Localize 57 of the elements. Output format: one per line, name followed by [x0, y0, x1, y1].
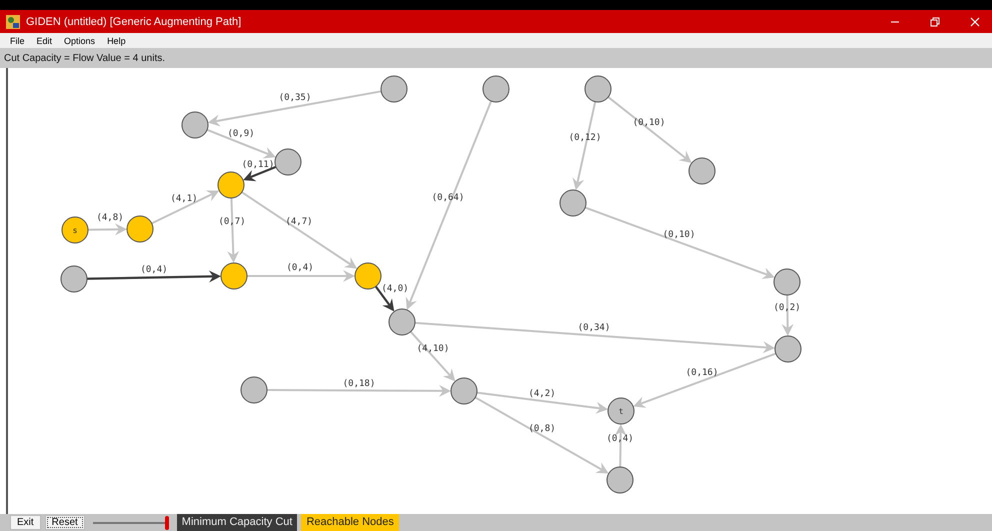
graph-node[interactable] — [774, 268, 800, 296]
graph-node[interactable] — [60, 266, 88, 292]
graph-node[interactable] — [450, 378, 478, 404]
menu-item[interactable]: File — [10, 36, 25, 46]
graph-node[interactable] — [274, 148, 302, 176]
edge-label: (0,8) — [528, 424, 556, 434]
app-logo-icon — [6, 14, 20, 28]
edge-label: (0,2) — [773, 303, 801, 313]
window-title: GIDEN (untitled) [Generic Augmenting Path] — [26, 16, 242, 28]
restore-icon[interactable] — [930, 16, 940, 26]
legend-label: Reachable Nodes — [301, 514, 399, 531]
info-text: Cut Capacity = Flow Value = 4 units. — [4, 52, 166, 64]
edge-label: (0,12) — [568, 133, 602, 143]
graph-node[interactable] — [182, 112, 208, 138]
graph-node[interactable] — [560, 190, 586, 216]
slider[interactable] — [92, 516, 169, 530]
graph-node[interactable] — [380, 76, 408, 102]
legend-label: Minimum Capacity Cut — [176, 514, 298, 531]
edge-label: (4,10) — [416, 344, 450, 354]
graph-node[interactable] — [126, 216, 154, 242]
edge-label: (0,64) — [432, 193, 464, 203]
edge-label: (0,34) — [578, 323, 610, 333]
edge-label: (0,11) — [242, 160, 274, 170]
graph-node[interactable] — [688, 158, 716, 184]
graph-node[interactable]: t — [608, 398, 634, 424]
graph-node[interactable] — [218, 172, 244, 198]
close-icon[interactable] — [970, 16, 980, 26]
graph-node[interactable] — [388, 308, 416, 336]
graph-node[interactable] — [220, 262, 248, 290]
edge-label: (0,10) — [662, 230, 696, 240]
edge-label: (0,16) — [686, 368, 718, 378]
edge-label: (0,4) — [606, 434, 634, 444]
edge-label: (0,9) — [227, 129, 255, 139]
graph-node[interactable]: s — [62, 216, 88, 244]
slider-thumb[interactable] — [164, 516, 169, 530]
edge-label: (0,18) — [342, 379, 376, 389]
edge-label: (0,4) — [286, 263, 314, 273]
edge-label: (4,7) — [285, 217, 313, 227]
edge-label: (4,1) — [170, 194, 198, 204]
edge-label: (0,4) — [140, 265, 168, 275]
exit-button[interactable]: Exit — [10, 515, 41, 530]
edge-label: (0,10) — [632, 118, 666, 128]
graph-node[interactable] — [240, 376, 268, 404]
graph-node[interactable] — [354, 262, 382, 290]
graph-node[interactable] — [606, 466, 634, 494]
edge-label: (4,2) — [528, 389, 556, 399]
menu-item[interactable]: Edit — [36, 36, 52, 46]
reset-button[interactable]: Reset — [44, 515, 85, 530]
graph-node[interactable] — [482, 76, 510, 102]
edge-label: (0,7) — [218, 217, 246, 227]
graph-node[interactable] — [584, 76, 612, 102]
edge-label: (4,8) — [96, 213, 124, 223]
edge-label: (0,35) — [278, 93, 312, 103]
menu-item[interactable]: Options — [64, 36, 96, 46]
edge-label: (4,0) — [381, 284, 409, 294]
graph-node[interactable] — [774, 336, 802, 362]
menu-item[interactable]: Help — [107, 36, 126, 46]
